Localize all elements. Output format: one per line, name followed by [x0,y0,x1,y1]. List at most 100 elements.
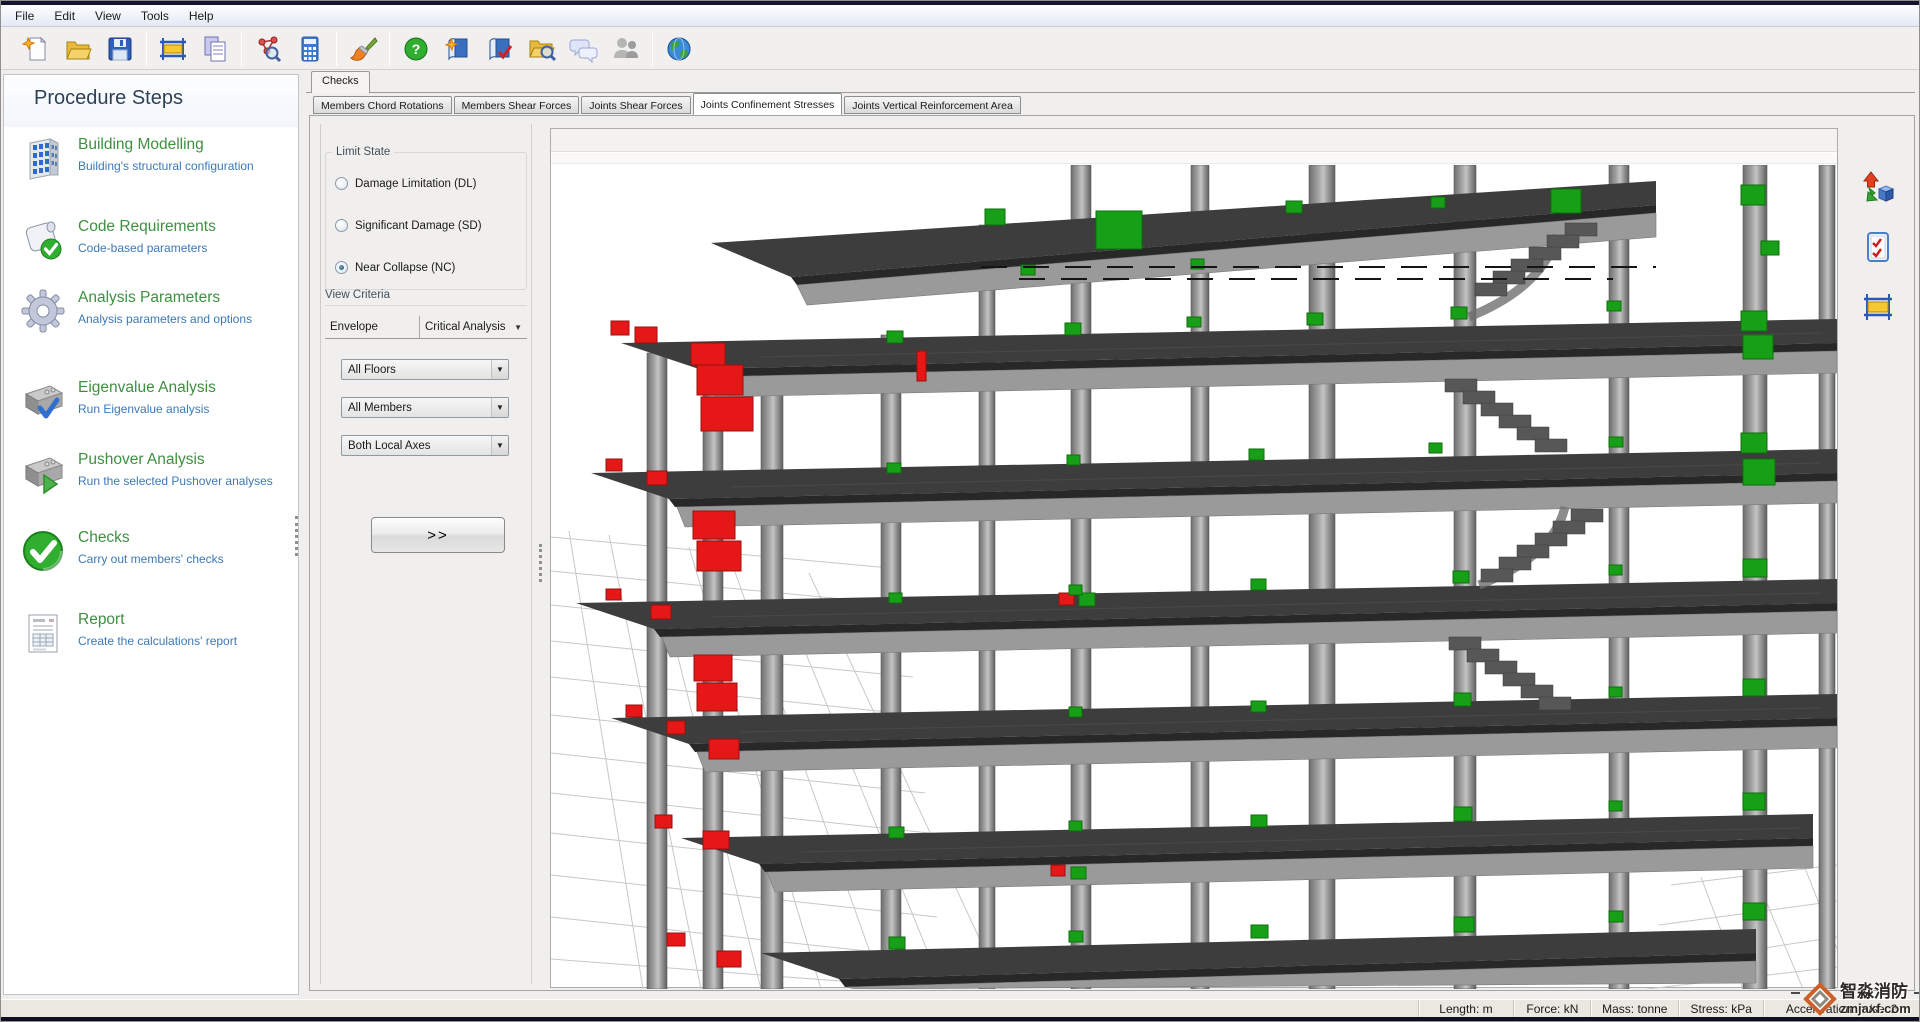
report-document-icon[interactable] [194,29,236,69]
beam-section-icon[interactable] [1861,290,1895,324]
step-title: Report [78,611,125,628]
envelope-mode-select[interactable]: Envelope Critical Analysis ▼ [325,316,527,339]
check-circle-icon [22,530,64,572]
orientation-axes-icon[interactable] [1861,170,1895,204]
radio-label: Near Collapse (NC) [355,261,456,274]
sidebar-item-checks[interactable]: Checks Carry out members' checks [20,528,286,588]
radio-near-collapse[interactable]: Near Collapse (NC) [335,261,455,274]
radio-circle-selected-icon[interactable] [335,261,348,274]
viewport-subheader-strip [551,153,1837,164]
book-star-icon[interactable] [437,29,479,69]
status-stress-units: Stress: kPa [1679,1000,1765,1017]
folder-search-icon[interactable] [521,29,563,69]
chevron-down-icon: ▼ [491,360,508,379]
model-3d-viewport[interactable] [550,128,1838,989]
subtab-joints-shear-forces[interactable]: Joints Shear Forces [581,96,691,114]
step-subtitle: Run the selected Pushover analyses [78,474,273,488]
subtab-joints-confinement-stresses[interactable]: Joints Confinement Stresses [692,93,843,115]
step-subtitle: Analysis parameters and options [78,312,253,326]
scroll-check-icon [25,221,62,260]
toolbar-separator [389,31,390,66]
sidebar-item-analysis-parameters[interactable]: Analysis Parameters Analysis parameters a… [20,288,286,348]
toolbar-separator [652,31,653,66]
radio-significant-damage[interactable]: Significant Damage (SD) [335,219,482,232]
sidebar-item-eigenvalue-analysis[interactable]: Eigenvalue Analysis Run Eigenvalue analys… [20,378,286,438]
step-title: Pushover Analysis [78,451,205,468]
watermark-title: 智淼消防 [1840,982,1908,1001]
help-icon[interactable]: ? [395,29,437,69]
chip-check-icon [24,385,64,419]
envelope-value: Critical Analysis [425,321,506,333]
sidebar-item-pushover-analysis[interactable]: Pushover Analysis Run the selected Pushov… [20,450,286,510]
apply-view-button[interactable]: >> [371,517,505,553]
sidebar-item-building-modelling[interactable]: Building Modelling Building's structural … [20,135,286,195]
status-bar: Length: m Force: kN Mass: tonne Stress: … [1,999,1919,1017]
subtab-joints-vertical-reinforcement-area[interactable]: Joints Vertical Reinforcement Area [844,96,1021,114]
step-title: Building Modelling [78,136,204,153]
sidebar-item-report[interactable]: Report Create the calculations' report [20,610,286,670]
chevron-down-icon: ▼ [491,398,508,417]
watermark-domain: zmjaxf.com [1840,1001,1911,1016]
radio-circle-icon[interactable] [335,177,348,190]
book-check-icon[interactable] [479,29,521,69]
users-disabled-icon[interactable] [605,29,647,69]
beam-section-icon[interactable] [152,29,194,69]
floors-filter-value: All Floors [348,363,396,376]
envelope-label: Envelope [330,321,378,333]
viewport-header-strip [551,129,1837,152]
limit-state-group-label: Limit State [332,146,395,158]
subtab-members-shear-forces[interactable]: Members Shear Forces [453,96,580,114]
status-force-units: Force: kN [1514,1000,1592,1017]
radio-damage-limitation[interactable]: Damage Limitation (DL) [335,177,476,190]
main-toolbar: ? [1,28,1919,70]
sidebar-splitter-handle[interactable] [295,516,298,556]
members-filter-select[interactable]: All Members ▼ [341,397,509,418]
checks-options-panel: Limit State Damage Limitation (DL) Signi… [320,124,532,984]
watermark: 智淼消防 zmjaxf.com [1791,982,1919,1016]
floors-filter-select[interactable]: All Floors ▼ [341,359,509,380]
svg-text:?: ? [412,41,421,57]
status-filler [1,1000,1419,1017]
gear-icon [21,289,65,333]
axes-filter-value: Both Local Axes [348,439,431,452]
toolbar-separator [146,31,147,66]
model-search-icon[interactable] [247,29,289,69]
subtab-members-chord-rotations[interactable]: Members Chord Rotations [313,96,452,114]
structure-3d-view[interactable] [551,165,1837,989]
tab-checks[interactable]: Checks [311,71,370,93]
step-subtitle: Create the calculations' report [78,634,238,648]
calculator-icon[interactable] [289,29,331,69]
options-viewport-splitter-handle[interactable] [539,544,542,582]
speech-bubbles-icon[interactable] [563,29,605,69]
toolbar-separator [336,31,337,66]
menu-view[interactable]: View [85,6,131,26]
save-icon[interactable] [99,29,141,69]
menu-help[interactable]: Help [179,6,224,26]
view-criteria-label: View Criteria [325,289,527,306]
application-window: File Edit View Tools Help ? Procedure St… [0,0,1920,1022]
step-subtitle: Code-based parameters [78,241,208,255]
paintbrush-icon[interactable] [342,29,384,69]
menu-file[interactable]: File [5,6,44,26]
menu-edit[interactable]: Edit [44,6,85,26]
watermark-logo-icon [1803,982,1837,1016]
sidebar-title: Procedure Steps [34,87,183,109]
new-file-icon[interactable] [15,29,57,69]
axes-filter-select[interactable]: Both Local Axes ▼ [341,435,509,456]
menu-tools[interactable]: Tools [131,6,179,26]
chevron-down-icon: ▼ [491,436,508,455]
tab-strip-divider [306,92,1915,93]
globe-icon[interactable] [658,29,700,69]
step-title: Checks [78,529,130,546]
procedure-steps-panel: Procedure Steps Building Modelling Buildi… [3,74,299,995]
step-title: Eigenvalue Analysis [78,379,216,396]
chevron-down-icon: ▼ [514,322,522,332]
radio-circle-icon[interactable] [335,219,348,232]
checklist-icon[interactable] [1861,230,1895,264]
open-folder-icon[interactable] [57,29,99,69]
sidebar-item-code-requirements[interactable]: Code Requirements Code-based parameters [20,217,286,277]
window-bottom-edge [1,1017,1919,1021]
viewport-tools [1858,170,1898,324]
radio-label: Damage Limitation (DL) [355,177,477,190]
step-subtitle: Building's structural configuration [78,159,254,173]
